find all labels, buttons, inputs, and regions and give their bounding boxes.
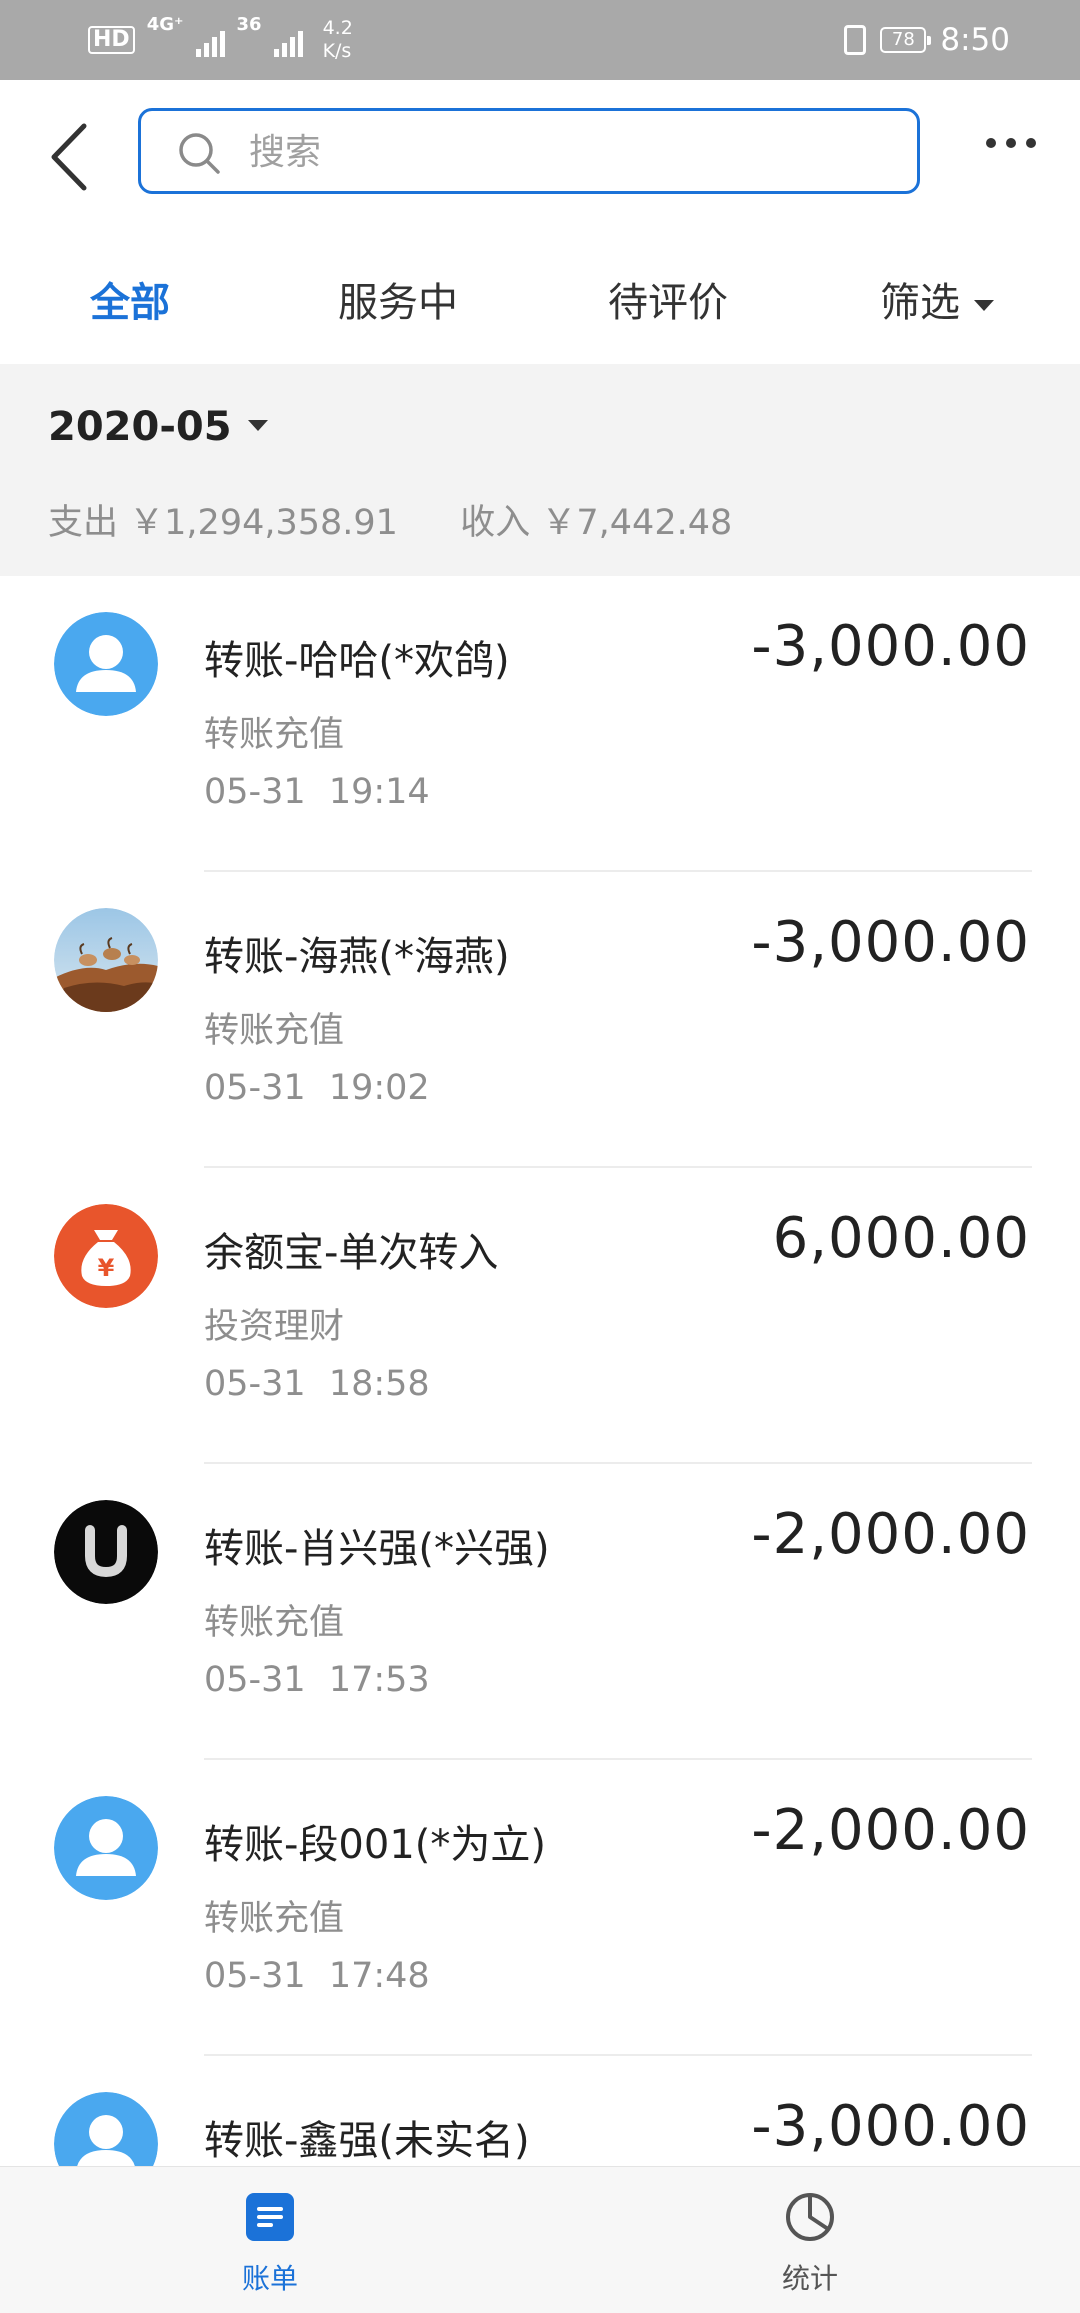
svg-text:¥: ¥ <box>98 1254 115 1282</box>
money-bag-icon: ¥ <box>54 1204 158 1308</box>
expense-label: 支出 <box>48 503 119 543</box>
vibrate-icon <box>844 25 867 55</box>
status-right: 78 8:50 <box>844 14 1010 66</box>
transaction-category: 转账充值 <box>204 715 345 755</box>
transaction-title: 转账-段001(*为立) <box>204 1822 546 1868</box>
status-bar: HD 4G⁺ 36 4.2 K/s 78 8:50 <box>0 0 1080 80</box>
signal-strength-1-icon <box>195 23 225 57</box>
list-item[interactable]: 转账-肖兴强(*兴强) 转账充值 05-31 17:53 -2,000.00 <box>0 1464 1080 1760</box>
transaction-list: 转账-哈哈(*欢鸽) 转账充值 05-31 19:14 -3,000.00 转账… <box>0 576 1080 2166</box>
tab-all[interactable]: 全部 <box>90 270 170 328</box>
nav-stats-tab[interactable]: 统计 <box>730 2191 890 2297</box>
more-dot-icon <box>1006 138 1016 148</box>
list-item[interactable]: 转账-鑫强(未实名) -3,000.00 <box>0 2056 1080 2166</box>
transaction-title: 转账-哈哈(*欢鸽) <box>204 638 510 684</box>
transaction-title: 转账-海燕(*海燕) <box>204 934 510 980</box>
filter-tabs: 全部 服务中 待评价 筛选 <box>0 230 1080 362</box>
bottom-navigation: 账单 统计 <box>0 2166 1080 2313</box>
transaction-time: 05-31 19:14 <box>204 772 430 812</box>
transaction-time: 05-31 19:02 <box>204 1068 430 1108</box>
status-left: HD 4G⁺ 36 4.2 K/s <box>88 14 353 66</box>
transaction-title: 转账-肖兴强(*兴强) <box>204 1526 550 1572</box>
income-label: 收入 <box>460 503 531 543</box>
top-bar <box>0 80 1080 230</box>
tab-pending-review[interactable]: 待评价 <box>608 270 728 328</box>
pie-chart-icon <box>786 2193 834 2241</box>
transaction-time: 05-31 18:58 <box>204 1364 430 1404</box>
battery-icon: 78 <box>880 27 932 53</box>
nav-bill-label: 账单 <box>241 2262 298 2295</box>
transaction-amount: -2,000.00 <box>751 1502 1030 1567</box>
transaction-amount: -3,000.00 <box>751 910 1030 975</box>
tab-filter[interactable]: 筛选 <box>880 270 994 328</box>
back-button[interactable] <box>40 112 100 202</box>
hd-badge: HD <box>88 26 135 54</box>
user-placeholder-icon <box>54 2092 158 2166</box>
month-totals: 支出 ￥1,294,358.91 收入 ￥7,442.48 <box>48 494 732 545</box>
caret-down-icon <box>974 299 994 311</box>
goats-photo-avatar <box>54 908 158 1012</box>
u-logo-avatar <box>54 1500 158 1604</box>
network-speed: 4.2 K/s <box>323 17 353 63</box>
month-summary-section: 2020-05 支出 ￥1,294,358.91 收入 ￥7,442.48 <box>0 364 1080 576</box>
tab-in-service[interactable]: 服务中 <box>338 270 458 328</box>
transaction-category: 转账充值 <box>204 1899 345 1939</box>
bill-icon <box>246 2193 294 2241</box>
transaction-title: 转账-鑫强(未实名) <box>204 2118 530 2164</box>
search-bar[interactable] <box>138 108 920 194</box>
transaction-amount: -2,000.00 <box>751 1798 1030 1863</box>
user-placeholder-icon <box>54 1796 158 1900</box>
transaction-category: 转账充值 <box>204 1011 345 1051</box>
signal-strength-2-icon <box>273 23 303 57</box>
network-speed-value: 4.2 <box>322 17 353 39</box>
search-icon <box>179 133 220 174</box>
list-item[interactable]: 转账-哈哈(*欢鸽) 转账充值 05-31 19:14 -3,000.00 <box>0 576 1080 872</box>
income-value: ￥7,442.48 <box>541 503 733 543</box>
more-dot-icon <box>986 138 996 148</box>
chevron-left-icon <box>51 123 87 191</box>
clock: 8:50 <box>940 22 1010 58</box>
list-item[interactable]: 转账-段001(*为立) 转账充值 05-31 17:48 -2,000.00 <box>0 1760 1080 2056</box>
month-selector[interactable]: 2020-05 <box>48 404 268 450</box>
transaction-amount: -3,000.00 <box>751 614 1030 679</box>
network-type-1: 4G⁺ <box>146 14 184 35</box>
nav-stats-label: 统计 <box>781 2262 838 2295</box>
network-speed-unit: K/s <box>322 40 352 62</box>
transaction-amount: -3,000.00 <box>751 2094 1030 2159</box>
list-item[interactable]: ¥ 余额宝-单次转入 投资理财 05-31 18:58 6,000.00 <box>0 1168 1080 1464</box>
transaction-amount: 6,000.00 <box>772 1206 1030 1271</box>
month-label: 2020-05 <box>48 404 232 450</box>
nav-bill-tab[interactable]: 账单 <box>190 2191 350 2297</box>
expense-value: ￥1,294,358.91 <box>129 503 398 543</box>
transaction-time: 05-31 17:53 <box>204 1660 430 1700</box>
search-input[interactable] <box>247 123 851 181</box>
transaction-time: 05-31 17:48 <box>204 1956 430 1996</box>
transaction-category: 转账充值 <box>204 1603 345 1643</box>
list-item[interactable]: 转账-海燕(*海燕) 转账充值 05-31 19:02 -3,000.00 <box>0 872 1080 1168</box>
transaction-title: 余额宝-单次转入 <box>204 1230 499 1276</box>
more-options-button[interactable] <box>986 138 1036 148</box>
more-dot-icon <box>1026 138 1036 148</box>
network-type-2: 36 <box>236 14 262 35</box>
user-placeholder-icon <box>54 612 158 716</box>
caret-down-icon <box>247 419 268 431</box>
transaction-category: 投资理财 <box>204 1307 345 1347</box>
tab-filter-label: 筛选 <box>880 280 960 326</box>
